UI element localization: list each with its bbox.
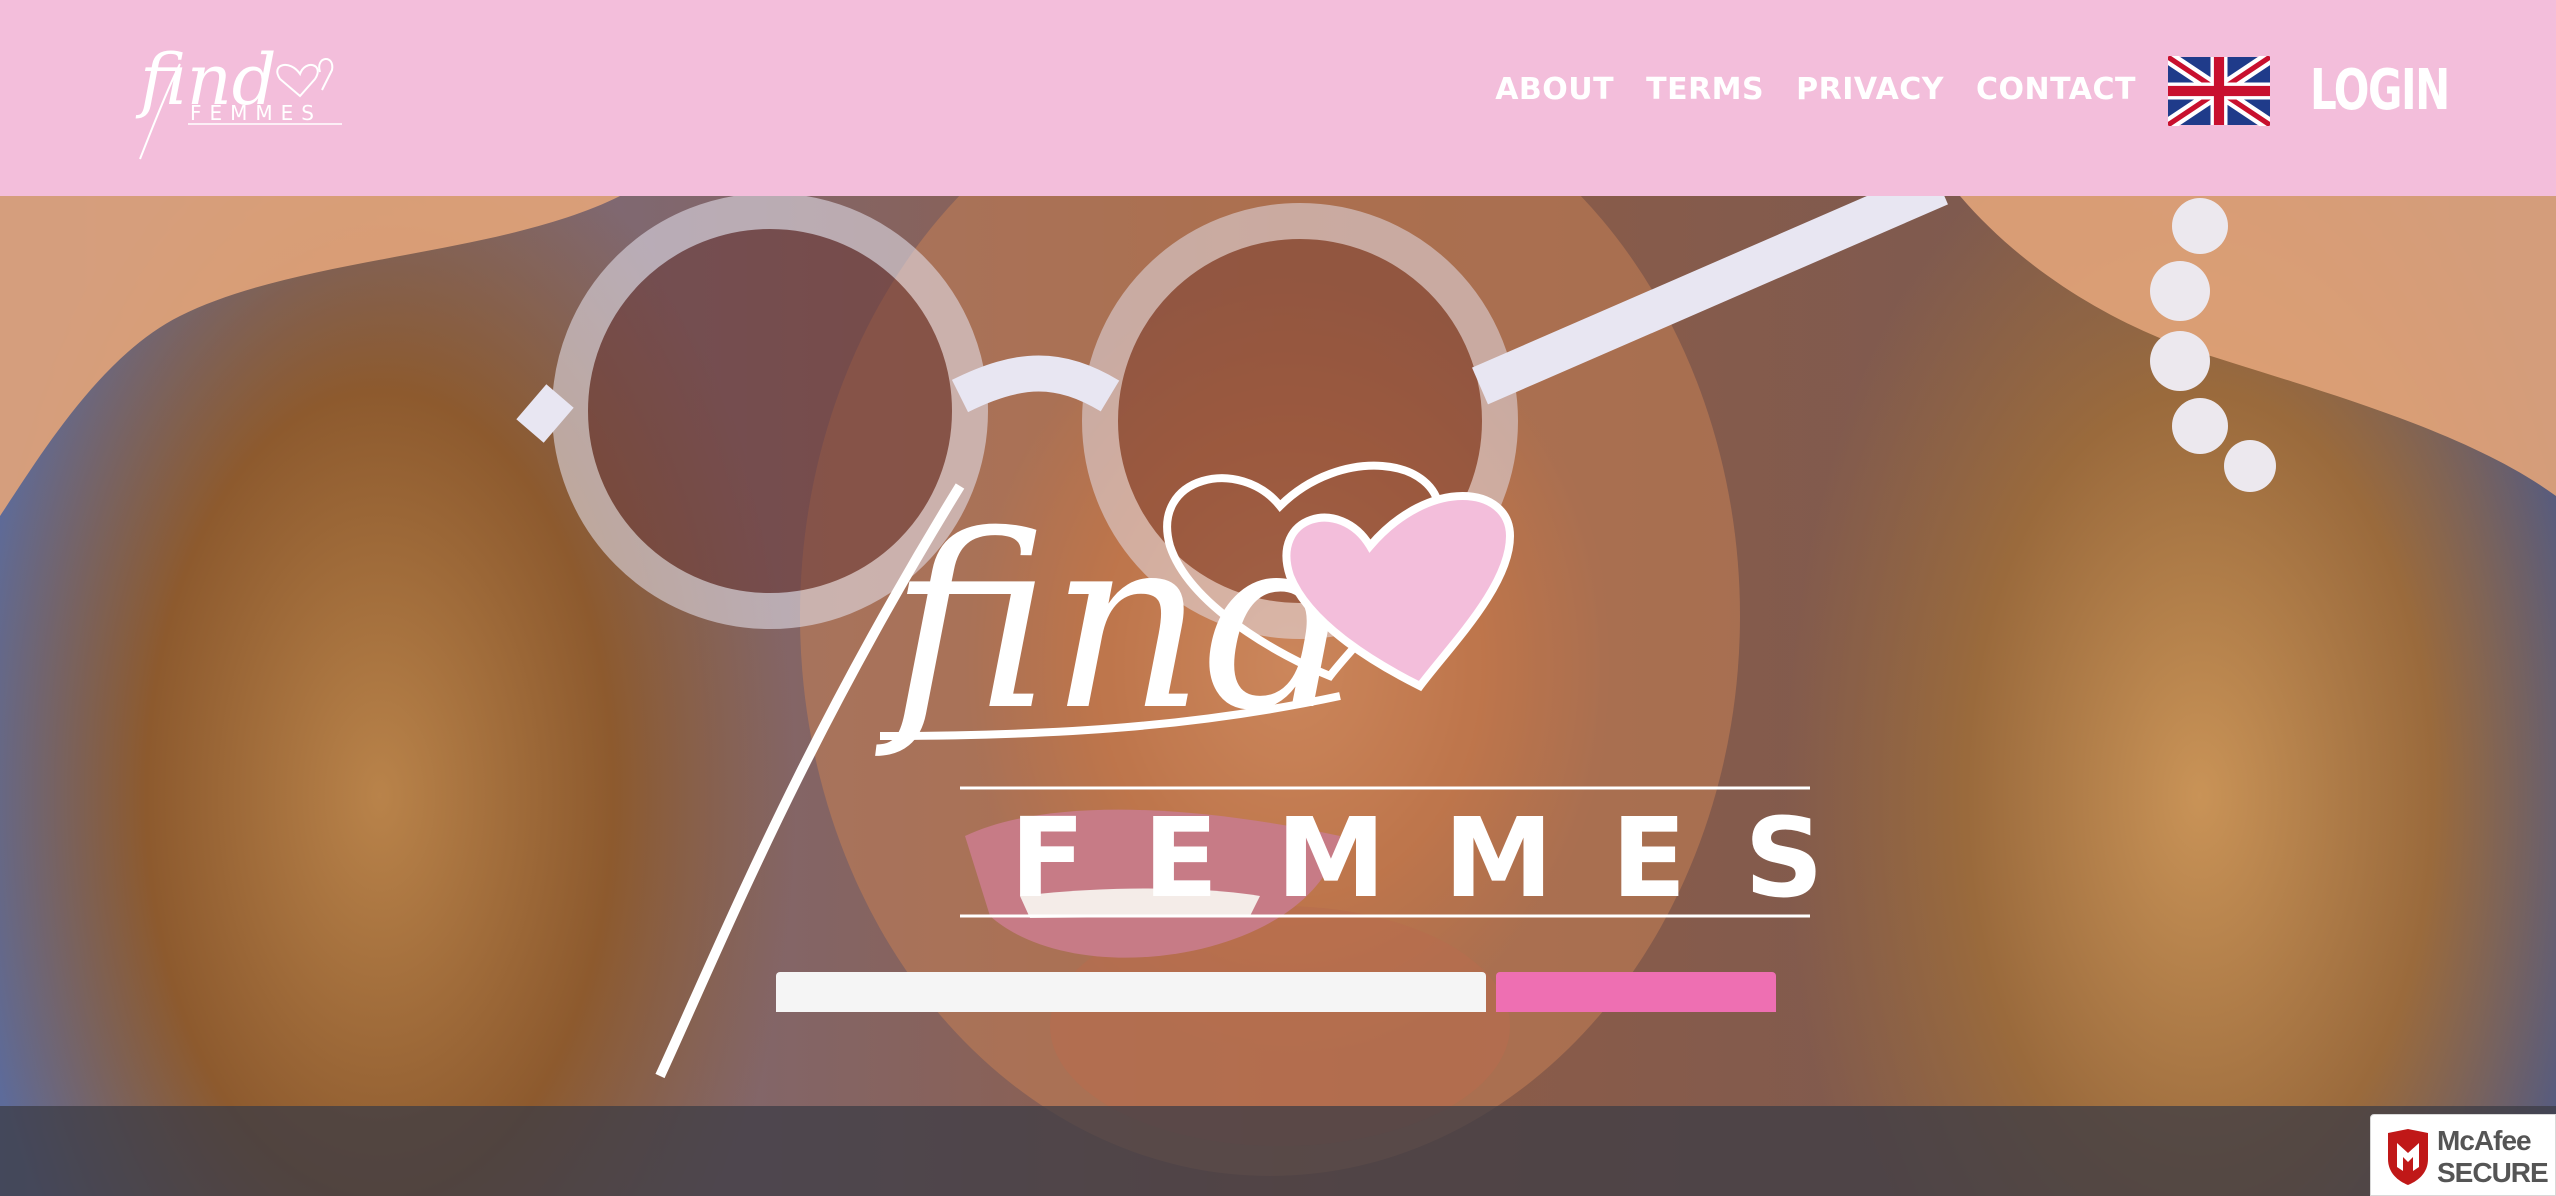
svg-text:FEMMES: FEMMES xyxy=(1010,794,1882,922)
secure-label: SECURE xyxy=(2437,1157,2549,1188)
hero-section: find FEMMES xyxy=(0,196,2556,1196)
svg-text:FEMMES: FEMMES xyxy=(190,101,322,125)
nav-terms[interactable]: TERMS xyxy=(1646,72,1764,107)
signup-input[interactable] xyxy=(776,972,1486,1012)
nav-contact[interactable]: CONTACT xyxy=(1976,72,2136,107)
login-button[interactable]: LOGIN xyxy=(2310,58,2450,123)
nav-privacy[interactable]: PRIVACY xyxy=(1796,72,1944,107)
svg-text:find: find xyxy=(875,483,1358,763)
find-femmes-logo[interactable]: find FEMMES xyxy=(110,24,370,174)
mcafee-label: McAfee xyxy=(2437,1125,2532,1156)
mcafee-secure-badge[interactable]: McAfee SECURE xyxy=(2370,1114,2556,1196)
site-header: find FEMMES ABOUT TERMS PRIVACY CONTACT … xyxy=(0,0,2556,196)
uk-flag-icon[interactable] xyxy=(2168,56,2270,126)
signup-bar xyxy=(0,1106,2556,1196)
main-nav: ABOUT TERMS PRIVACY CONTACT xyxy=(1495,72,2136,107)
mcafee-shield-icon xyxy=(2388,1129,2428,1185)
nav-about[interactable]: ABOUT xyxy=(1495,72,1614,107)
signup-button[interactable] xyxy=(1496,972,1776,1012)
